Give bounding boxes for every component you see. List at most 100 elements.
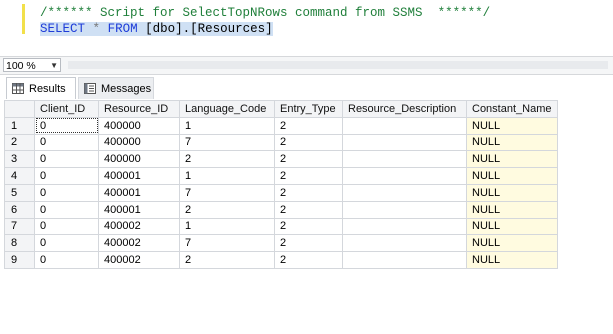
chevron-down-icon[interactable]: ▼ <box>50 59 58 73</box>
resource-id-cell[interactable]: 400002 <box>98 217 180 236</box>
entry-type-cell[interactable]: 2 <box>274 116 343 135</box>
client-id-cell[interactable]: 0 <box>34 116 99 135</box>
resource-description-cell[interactable] <box>342 183 467 202</box>
keyword-from: FROM <box>107 22 138 36</box>
resource-description-cell[interactable] <box>342 234 467 253</box>
header-client-id[interactable]: Client_ID <box>34 100 99 118</box>
change-marker <box>22 4 25 34</box>
resource-description-cell[interactable] <box>342 217 467 236</box>
entry-type-cell[interactable]: 2 <box>274 150 343 169</box>
table-row[interactable]: 4 0 400001 1 2 NULL <box>4 167 558 185</box>
rownum-cell[interactable]: 7 <box>4 217 35 236</box>
language-code-cell[interactable]: 1 <box>179 116 275 135</box>
resource-id-cell[interactable]: 400000 <box>98 150 180 169</box>
language-code-cell[interactable]: 7 <box>179 183 275 202</box>
entry-type-cell[interactable]: 2 <box>274 200 343 219</box>
table-name: [dbo].[Resources] <box>145 22 273 36</box>
rownum-cell[interactable]: 2 <box>4 133 35 152</box>
resource-description-cell[interactable] <box>342 167 467 185</box>
tab-results[interactable]: Results <box>6 77 76 99</box>
client-id-cell[interactable]: 0 <box>34 217 99 236</box>
resource-id-cell[interactable]: 400001 <box>98 167 180 185</box>
resource-id-cell[interactable]: 400001 <box>98 183 180 202</box>
resource-description-cell[interactable] <box>342 133 467 152</box>
zoom-bar: 100 % ▼ <box>0 56 613 75</box>
resource-id-cell[interactable]: 400000 <box>98 133 180 152</box>
language-code-cell[interactable]: 2 <box>179 200 275 219</box>
zoom-dropdown[interactable]: 100 % ▼ <box>3 58 61 72</box>
client-id-cell[interactable]: 0 <box>34 234 99 253</box>
code-query-line[interactable]: SELECT * FROM [dbo].[Resources] <box>40 21 273 37</box>
language-code-cell[interactable]: 1 <box>179 167 275 185</box>
resource-id-cell[interactable]: 400001 <box>98 200 180 219</box>
client-id-cell[interactable]: 0 <box>34 200 99 219</box>
constant-name-cell[interactable]: NULL <box>466 200 558 219</box>
rownum-cell[interactable]: 8 <box>4 234 35 253</box>
resource-description-cell[interactable] <box>342 200 467 219</box>
table-row[interactable]: 3 0 400000 2 2 NULL <box>4 150 558 169</box>
resource-description-cell[interactable] <box>342 116 467 135</box>
header-entry-type[interactable]: Entry_Type <box>274 100 343 118</box>
client-id-cell[interactable]: 0 <box>34 183 99 202</box>
code-comment-line[interactable]: /****** Script for SelectTopNRows comman… <box>40 5 490 21</box>
rownum-cell[interactable]: 9 <box>4 251 35 269</box>
header-rownum[interactable] <box>4 100 35 118</box>
language-code-cell[interactable]: 7 <box>179 234 275 253</box>
constant-name-cell[interactable]: NULL <box>466 234 558 253</box>
constant-name-cell[interactable]: NULL <box>466 133 558 152</box>
table-row[interactable]: 8 0 400002 7 2 NULL <box>4 234 558 253</box>
resource-id-cell[interactable]: 400002 <box>98 234 180 253</box>
entry-type-cell[interactable]: 2 <box>274 133 343 152</box>
entry-type-cell[interactable]: 2 <box>274 183 343 202</box>
header-resource-description[interactable]: Resource_Description <box>342 100 467 118</box>
constant-name-cell[interactable]: NULL <box>466 217 558 236</box>
constant-name-cell[interactable]: NULL <box>466 167 558 185</box>
entry-type-cell[interactable]: 2 <box>274 217 343 236</box>
header-constant-name[interactable]: Constant_Name <box>466 100 558 118</box>
language-code-cell[interactable]: 2 <box>179 251 275 269</box>
header-language-code[interactable]: Language_Code <box>179 100 275 118</box>
entry-type-cell[interactable]: 2 <box>274 251 343 269</box>
resource-id-cell[interactable]: 400000 <box>98 116 180 135</box>
table-row[interactable]: 9 0 400002 2 2 NULL <box>4 251 558 269</box>
constant-name-cell[interactable]: NULL <box>466 183 558 202</box>
table-row[interactable]: 6 0 400001 2 2 NULL <box>4 200 558 219</box>
tab-results-label: Results <box>29 83 66 95</box>
header-resource-id[interactable]: Resource_ID <box>98 100 180 118</box>
selected-query[interactable]: SELECT * FROM [dbo].[Resources] <box>40 22 273 36</box>
client-id-cell[interactable]: 0 <box>34 167 99 185</box>
table-row[interactable]: 5 0 400001 7 2 NULL <box>4 183 558 202</box>
table-row[interactable]: 2 0 400000 7 2 NULL <box>4 133 558 152</box>
messages-icon <box>84 83 96 94</box>
grid-header-row: Client_ID Resource_ID Language_Code Entr… <box>4 100 558 118</box>
entry-type-cell[interactable]: 2 <box>274 234 343 253</box>
rownum-cell[interactable]: 6 <box>4 200 35 219</box>
results-grid[interactable]: Client_ID Resource_ID Language_Code Entr… <box>4 100 558 269</box>
client-id-cell[interactable]: 0 <box>34 133 99 152</box>
client-id-cell[interactable]: 0 <box>34 251 99 269</box>
language-code-cell[interactable]: 7 <box>179 133 275 152</box>
tab-messages-label: Messages <box>101 83 152 95</box>
result-tabs: Results Messages <box>0 75 613 100</box>
horizontal-scrollbar[interactable] <box>68 61 608 69</box>
table-row[interactable]: 7 0 400002 1 2 NULL <box>4 217 558 236</box>
rownum-cell[interactable]: 3 <box>4 150 35 169</box>
resource-id-cell[interactable]: 400002 <box>98 251 180 269</box>
constant-name-cell[interactable]: NULL <box>466 150 558 169</box>
client-id-cell[interactable]: 0 <box>34 150 99 169</box>
resource-description-cell[interactable] <box>342 150 467 169</box>
language-code-cell[interactable]: 2 <box>179 150 275 169</box>
star-operator: * <box>92 22 101 36</box>
query-editor[interactable]: /****** Script for SelectTopNRows comman… <box>0 0 613 54</box>
constant-name-cell[interactable]: NULL <box>466 251 558 269</box>
tab-messages[interactable]: Messages <box>78 77 154 99</box>
keyword-select: SELECT <box>40 22 86 36</box>
constant-name-cell[interactable]: NULL <box>466 116 558 135</box>
language-code-cell[interactable]: 1 <box>179 217 275 236</box>
rownum-cell[interactable]: 5 <box>4 183 35 202</box>
entry-type-cell[interactable]: 2 <box>274 167 343 185</box>
resource-description-cell[interactable] <box>342 251 467 269</box>
rownum-cell[interactable]: 1 <box>4 116 35 135</box>
table-row[interactable]: 1 0 400000 1 2 NULL <box>4 116 558 135</box>
rownum-cell[interactable]: 4 <box>4 167 35 185</box>
